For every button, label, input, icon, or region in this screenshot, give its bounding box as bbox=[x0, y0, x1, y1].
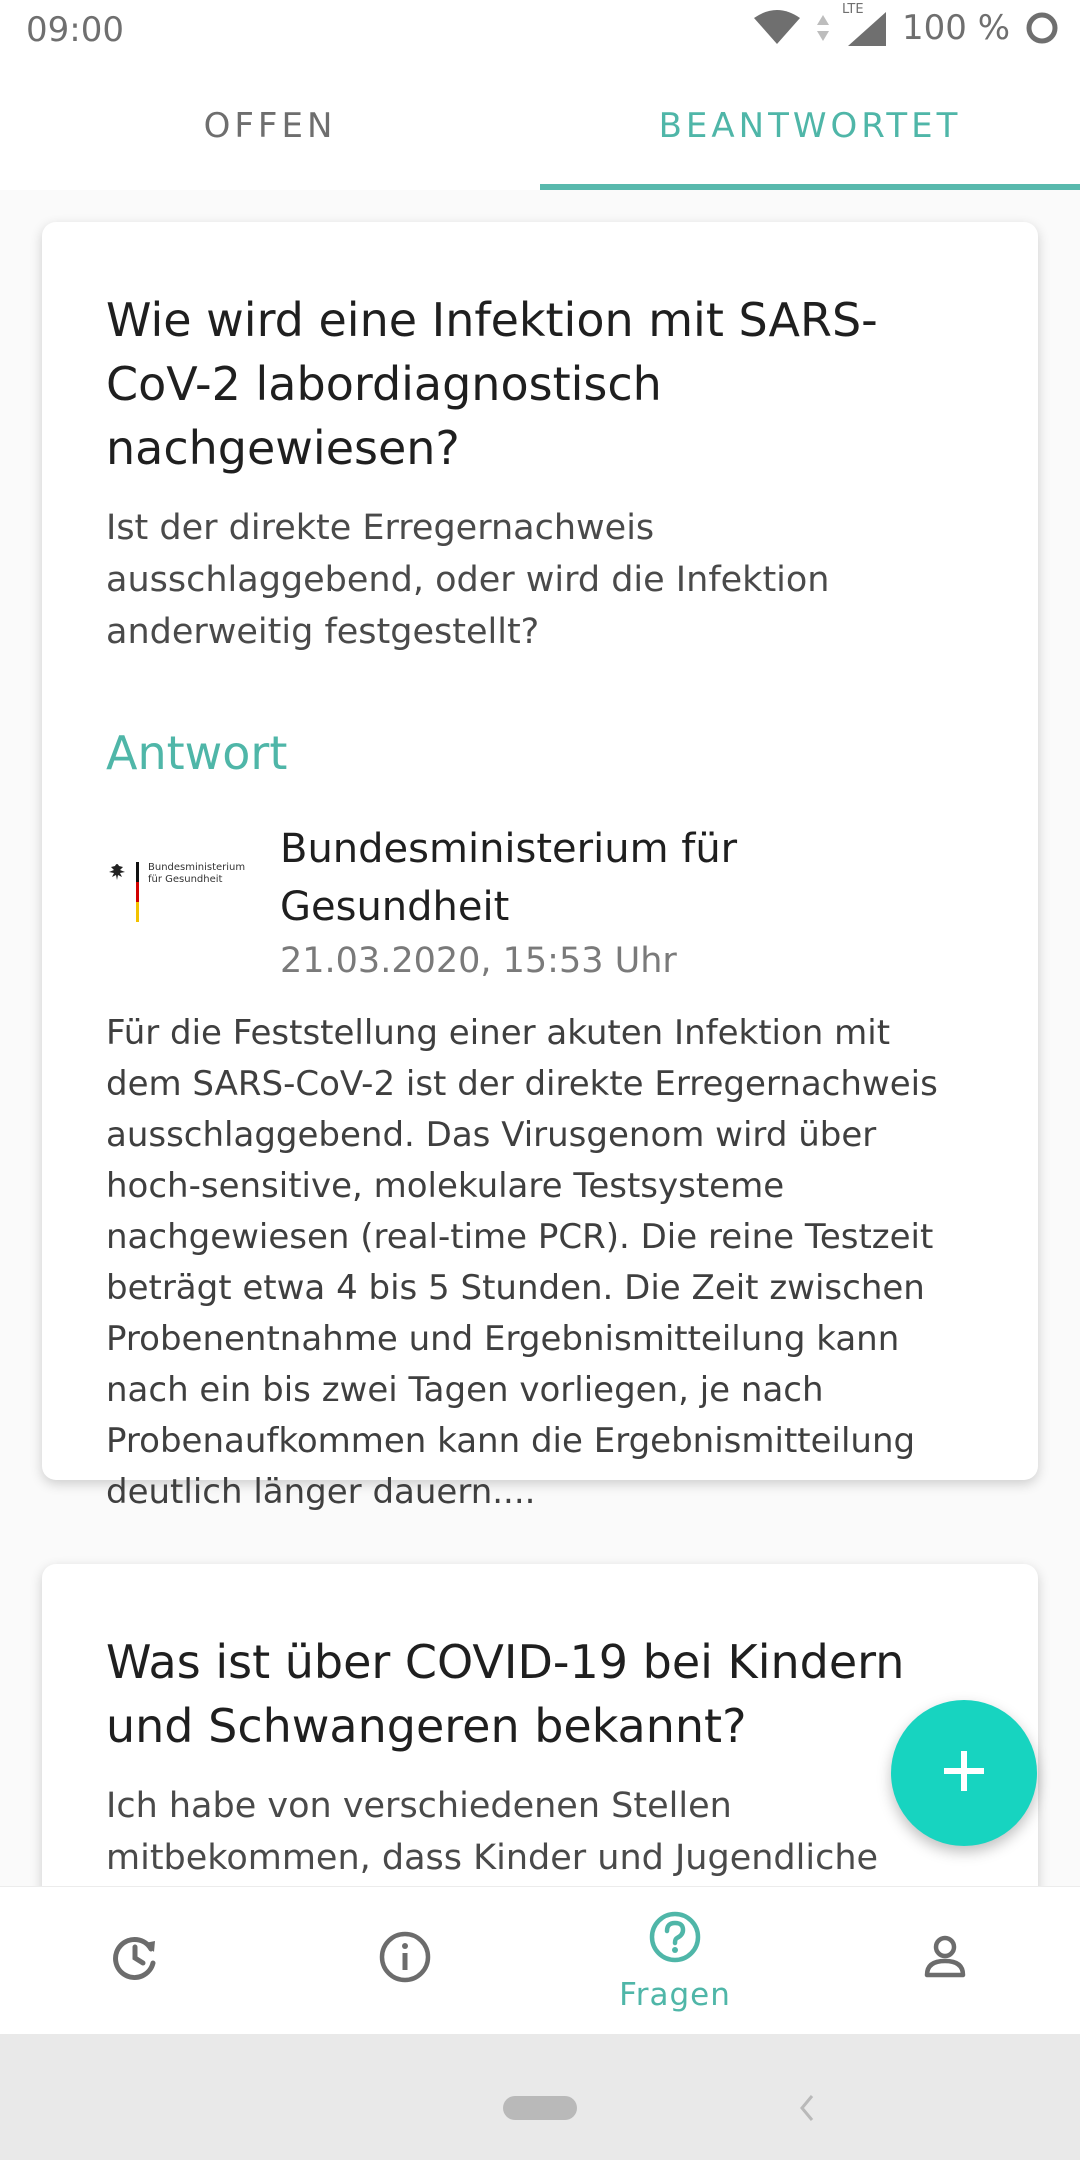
system-navigation-bar bbox=[0, 2034, 1080, 2160]
add-question-button[interactable] bbox=[891, 1700, 1037, 1846]
nav-label-fragen: Fragen bbox=[619, 1976, 731, 2013]
tab-bar: OFFEN BEANTWORTET bbox=[0, 84, 1080, 190]
answer-author: Bundesministerium für Gesundheit Bundesm… bbox=[106, 820, 968, 986]
status-icons: LTE 100 % bbox=[752, 2, 1060, 48]
nav-item-info[interactable] bbox=[270, 1887, 540, 2034]
plus-icon bbox=[942, 1749, 986, 1797]
network-type: LTE bbox=[841, 2, 864, 17]
logo-text-line2: für Gesundheit bbox=[148, 874, 223, 885]
back-chevron-icon[interactable] bbox=[794, 2090, 818, 2130]
question-subtitle: Ist der direkte Erregernachweis ausschla… bbox=[106, 508, 830, 652]
info-icon bbox=[377, 1929, 433, 1993]
nav-item-profile[interactable] bbox=[810, 1887, 1080, 2034]
nav-item-fragen[interactable]: Fragen bbox=[540, 1887, 810, 2034]
wifi-icon bbox=[752, 10, 802, 46]
battery-icon bbox=[1024, 10, 1060, 46]
battery-text: 100 % bbox=[901, 8, 1010, 48]
question-list[interactable]: Wie wird eine Infektion mit SARS-CoV-2 l… bbox=[0, 190, 1080, 1886]
question-subtitle: Ich habe von verschiedenen Stellen mitbe… bbox=[106, 1786, 879, 1878]
question-card[interactable]: Was ist über COVID-19 bei Kindern und Sc… bbox=[42, 1564, 1038, 1886]
tab-offen[interactable]: OFFEN bbox=[0, 84, 540, 190]
question-card[interactable]: Wie wird eine Infektion mit SARS-CoV-2 l… bbox=[42, 222, 1038, 1512]
data-arrows-icon bbox=[816, 13, 830, 43]
history-icon bbox=[107, 1929, 163, 1993]
author-info: Bundesministerium für Gesundheit 21.03.2… bbox=[280, 820, 968, 986]
question-title: Was ist über COVID-19 bei Kindern und Sc… bbox=[106, 1635, 905, 1753]
home-pill[interactable] bbox=[503, 2096, 577, 2120]
logo-text-line1: Bundesministerium bbox=[148, 862, 246, 873]
question-title: Wie wird eine Infektion mit SARS-CoV-2 l… bbox=[106, 293, 878, 475]
tab-beantwortet[interactable]: BEANTWORTET bbox=[540, 84, 1080, 190]
nav-item-history[interactable] bbox=[0, 1887, 270, 2034]
status-time: 09:00 bbox=[26, 10, 124, 50]
author-name: Bundesministerium für Gesundheit bbox=[280, 826, 738, 930]
signal-icon: LTE bbox=[842, 2, 888, 48]
person-icon bbox=[917, 1929, 973, 1993]
bmg-logo: Bundesministerium für Gesundheit bbox=[106, 820, 280, 986]
answer-label: Antwort bbox=[106, 726, 288, 780]
bottom-navigation: Fragen bbox=[0, 1886, 1080, 2034]
question-icon bbox=[647, 1909, 703, 1973]
answer-text: Für die Feststellung einer akuten Infekt… bbox=[106, 1013, 938, 1512]
status-bar: 09:00 LTE 100 % bbox=[0, 0, 1080, 66]
answer-timestamp: 21.03.2020, 15:53 Uhr bbox=[280, 941, 677, 981]
